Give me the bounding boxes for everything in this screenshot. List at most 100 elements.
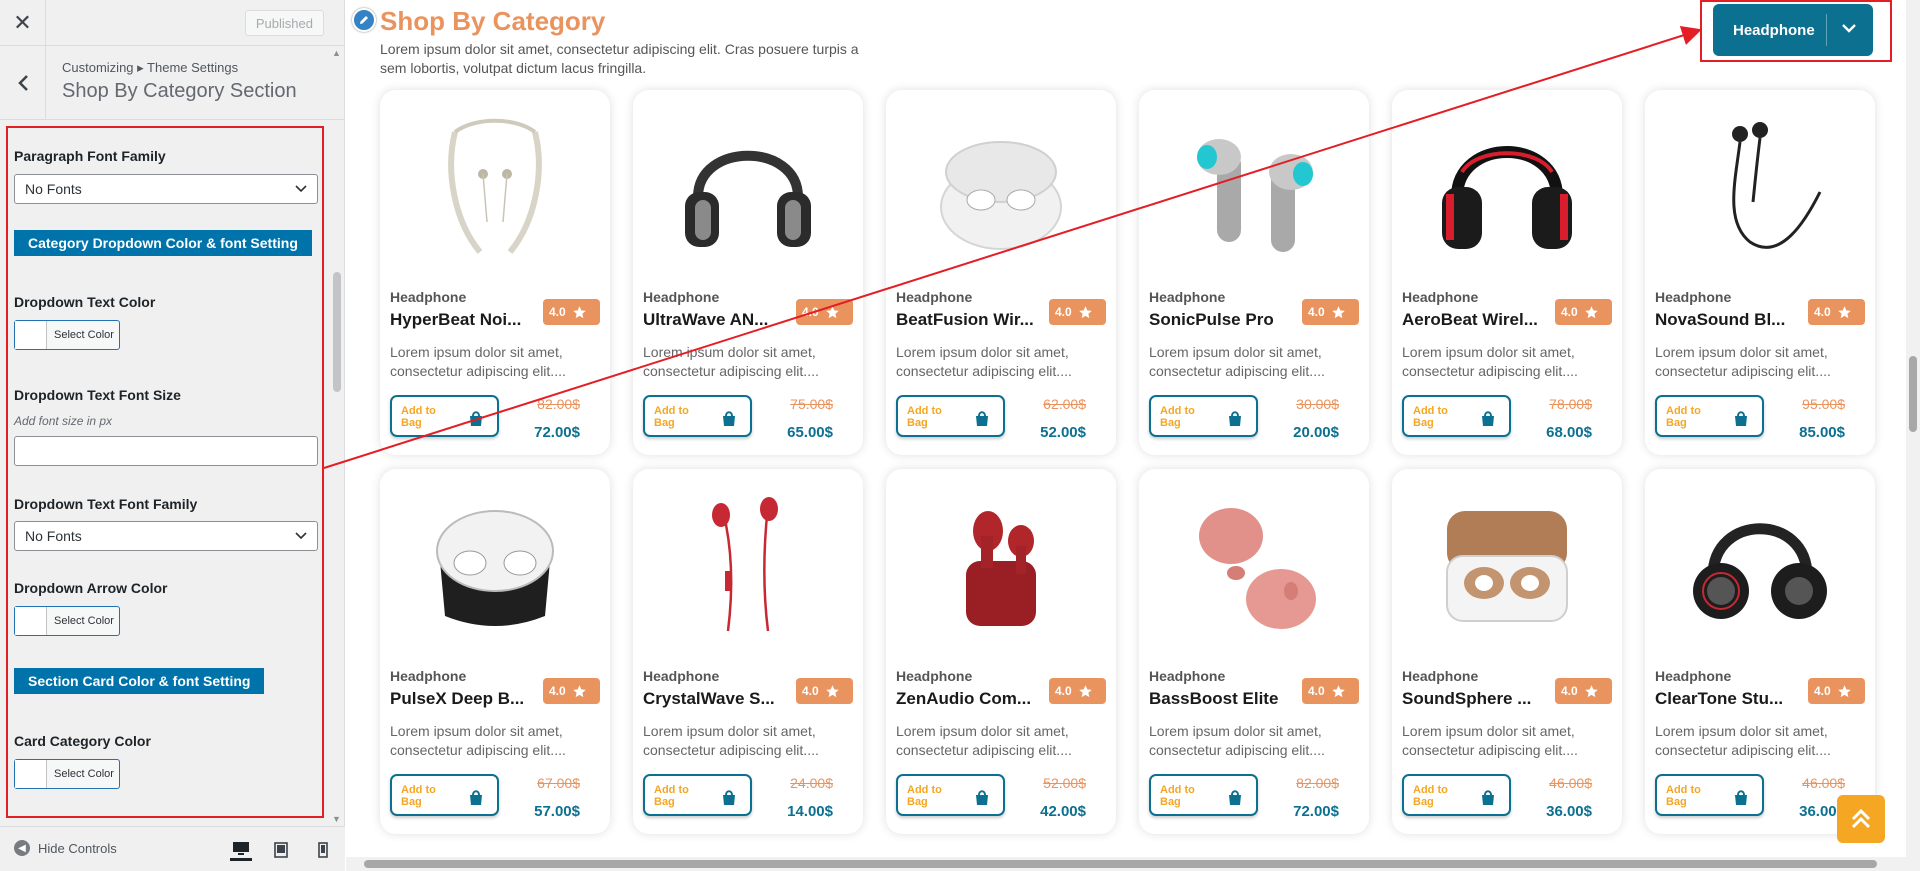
sidebar-scrollbar[interactable]: ▲ ▼ (330, 46, 344, 826)
old-price: 78.00$ (1549, 396, 1592, 412)
add-to-bag-button[interactable]: Add to Bag (1402, 395, 1511, 437)
product-card[interactable]: Headphone 4.0 AeroBeat Wirel... Lorem ipsum… (1392, 90, 1622, 455)
star-icon (1331, 684, 1345, 697)
rating-value: 4.0 (802, 305, 819, 319)
scroll-to-top-button[interactable] (1837, 795, 1885, 843)
rating-value: 4.0 (1561, 684, 1578, 698)
star-icon (1837, 305, 1851, 318)
product-name[interactable]: PulseX Deep B... (390, 689, 540, 709)
hide-controls-button[interactable]: ◀ Hide Controls (14, 840, 117, 856)
product-card[interactable]: Headphone 4.0 PulseX Deep B... Lorem ipsum … (380, 469, 610, 834)
tablet-preview-button[interactable] (270, 839, 292, 861)
product-card[interactable]: Headphone 4.0 SonicPulse Pro Lorem ipsum do… (1139, 90, 1369, 455)
add-to-bag-button[interactable]: Add to Bag (643, 774, 752, 816)
rating-value: 4.0 (1055, 684, 1072, 698)
product-name[interactable]: BassBoost Elite (1149, 689, 1299, 709)
add-to-bag-button[interactable]: Add to Bag (643, 395, 752, 437)
wired-earphones-image[interactable] (1660, 102, 1860, 272)
dropdown-font-family-select[interactable]: No Fonts (14, 521, 318, 551)
rating-value: 4.0 (549, 684, 566, 698)
close-customizer-button[interactable]: ✕ (0, 0, 46, 46)
add-to-bag-button[interactable]: Add to Bag (1402, 774, 1511, 816)
desktop-icon (233, 841, 249, 855)
add-to-bag-button[interactable]: Add to Bag (896, 395, 1005, 437)
mobile-preview-button[interactable] (312, 839, 334, 861)
dropdown-text-color-picker[interactable]: Select Color (14, 320, 120, 350)
horizontal-scrollbar[interactable] (346, 857, 1906, 871)
product-name[interactable]: NovaSound Bl... (1655, 310, 1805, 330)
product-name[interactable]: ZenAudio Com... (896, 689, 1046, 709)
product-name[interactable]: AeroBeat Wirel... (1402, 310, 1552, 330)
product-card[interactable]: Headphone 4.0 BassBoost Elite Lorem ipsum d… (1139, 469, 1369, 834)
earbuds-image[interactable] (1154, 102, 1354, 272)
product-name[interactable]: CrystalWave S... (643, 689, 793, 709)
old-price: 95.00$ (1802, 396, 1845, 412)
product-card[interactable]: Headphone 4.0 UltraWave AN... Lorem ipsum d… (633, 90, 863, 455)
product-card[interactable]: Headphone 4.0 ZenAudio Com... Lorem ipsum d… (886, 469, 1116, 834)
add-to-bag-button[interactable]: Add to Bag (1149, 395, 1258, 437)
product-card[interactable]: Headphone 4.0 ClearTone Stu... Lorem ipsum … (1645, 469, 1875, 834)
rating-badge: 4.0 (543, 678, 600, 704)
red-earbuds-image[interactable] (901, 481, 1101, 651)
pencil-icon (360, 16, 368, 24)
gold-earbuds-case-image[interactable] (1407, 481, 1607, 651)
add-to-bag-button[interactable]: Add to Bag (390, 395, 499, 437)
pink-earbuds-image[interactable] (1154, 481, 1354, 651)
back-button[interactable] (0, 46, 46, 120)
edit-shortcut-button[interactable] (352, 8, 376, 32)
scroll-up-arrow-icon[interactable]: ▲ (332, 48, 341, 58)
add-to-bag-button[interactable]: Add to Bag (390, 774, 499, 816)
add-to-bag-label: Add to Bag (1160, 405, 1195, 429)
preview-scrollbar[interactable] (1906, 0, 1920, 871)
product-name[interactable]: SoundSphere ... (1402, 689, 1552, 709)
dropdown-arrow-color-picker[interactable]: Select Color (14, 606, 120, 636)
add-to-bag-button[interactable]: Add to Bag (1149, 774, 1258, 816)
category-dropdown[interactable]: Headphone (1713, 4, 1873, 56)
add-to-bag-button[interactable]: Add to Bag (1655, 395, 1764, 437)
product-card[interactable]: Headphone 4.0 NovaSound Bl... Lorem ipsum d… (1645, 90, 1875, 455)
product-card[interactable]: Headphone 4.0 HyperBeat Noi... Lorem ipsum … (380, 90, 610, 455)
product-card[interactable]: Headphone 4.0 SoundSphere ... Lorem ipsum d… (1392, 469, 1622, 834)
chevron-down-icon (1842, 24, 1856, 33)
rating-badge: 4.0 (1049, 678, 1106, 704)
red-wired-earphones-image[interactable] (648, 481, 848, 651)
scroll-down-arrow-icon[interactable]: ▼ (332, 814, 341, 824)
earbuds-case-image[interactable] (901, 102, 1101, 272)
product-card[interactable]: Headphone 4.0 BeatFusion Wir... Lorem ipsum… (886, 90, 1116, 455)
preview-scroll-thumb[interactable] (1909, 356, 1917, 432)
new-price: 72.00$ (534, 424, 580, 441)
published-button[interactable]: Published (244, 10, 324, 36)
rating-value: 4.0 (1308, 305, 1325, 319)
product-category: Headphone (896, 289, 973, 305)
dropdown-font-size-input[interactable] (14, 436, 318, 466)
card-category-color-picker[interactable]: Select Color (14, 759, 120, 789)
rating-value: 4.0 (1814, 684, 1831, 698)
old-price: 75.00$ (790, 396, 833, 412)
product-name[interactable]: HyperBeat Noi... (390, 310, 540, 330)
dropdown-arrow-color-label: Dropdown Arrow Color (14, 580, 168, 596)
product-name[interactable]: ClearTone Stu... (1655, 689, 1805, 709)
star-icon (1837, 684, 1851, 697)
desktop-preview-button[interactable] (230, 839, 252, 861)
add-to-bag-button[interactable]: Add to Bag (1655, 774, 1764, 816)
horizontal-scroll-thumb[interactable] (364, 860, 1877, 868)
rating-value: 4.0 (1055, 305, 1072, 319)
product-card[interactable]: Headphone 4.0 CrystalWave S... Lorem ipsum … (633, 469, 863, 834)
sidebar-scroll-thumb[interactable] (333, 272, 341, 392)
studio-headphones-image[interactable] (1660, 481, 1860, 651)
paragraph-font-family-select[interactable]: No Fonts (14, 174, 318, 204)
star-icon (1078, 305, 1092, 318)
product-name[interactable]: SonicPulse Pro (1149, 310, 1299, 330)
earbuds-case-black-image[interactable] (395, 481, 595, 651)
rating-badge: 4.0 (796, 678, 853, 704)
add-to-bag-button[interactable]: Add to Bag (896, 774, 1005, 816)
dropdown-text-color-label: Dropdown Text Color (14, 294, 156, 310)
product-name[interactable]: BeatFusion Wir... (896, 310, 1046, 330)
product-name[interactable]: UltraWave AN... (643, 310, 793, 330)
gaming-headphones-image[interactable] (1407, 102, 1607, 272)
neckband-earphones-image[interactable] (395, 102, 595, 272)
shopping-bag-icon (723, 790, 735, 805)
color-swatch (15, 760, 47, 788)
over-ear-headphones-image[interactable] (648, 102, 848, 272)
star-icon (572, 684, 586, 697)
